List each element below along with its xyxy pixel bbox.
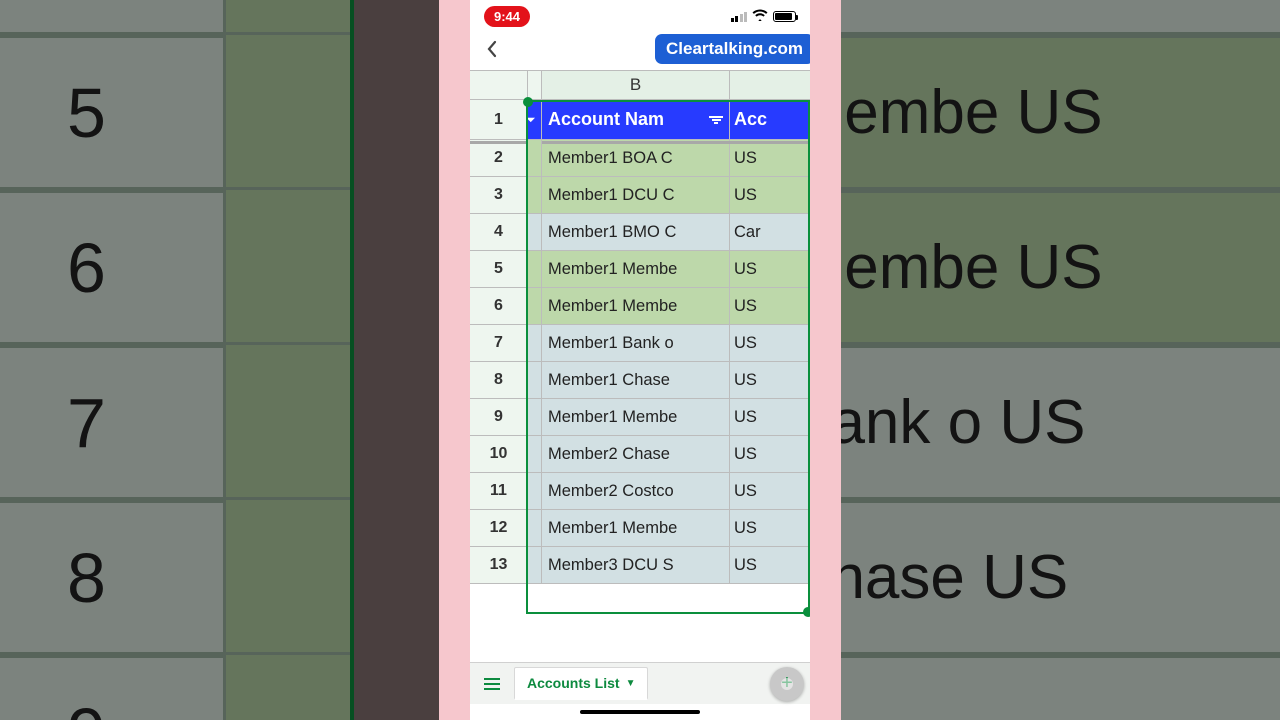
cell-col-c[interactable]: US	[730, 436, 810, 473]
table-row[interactable]: 4 Member1 BMO CCar	[470, 214, 810, 251]
status-bar: 9:44	[470, 0, 810, 32]
row-number[interactable]: 10	[470, 436, 528, 473]
row-number[interactable]: 1	[470, 100, 528, 140]
cell-col-c[interactable]: US	[730, 251, 810, 288]
table-row[interactable]: 2 Member1 BOA CUS	[470, 140, 810, 177]
cell-a[interactable]	[528, 436, 542, 473]
all-sheets-button[interactable]	[476, 678, 508, 690]
cell-col-c[interactable]: US	[730, 473, 810, 510]
home-indicator	[470, 704, 810, 720]
cell-a[interactable]	[528, 251, 542, 288]
cell-account-name[interactable]: Member1 Bank o	[542, 325, 730, 362]
phone-screen: 9:44 Cleartalking.com B 1	[470, 0, 810, 720]
header-label: Account Nam	[548, 109, 664, 130]
sheet-tab-label: Accounts List	[527, 675, 620, 691]
cell-col-c[interactable]: US	[730, 399, 810, 436]
table-row[interactable]: 10 Member2 ChaseUS	[470, 436, 810, 473]
row-number[interactable]: 8	[470, 362, 528, 399]
header-account-name[interactable]: Account Nam	[542, 100, 730, 140]
row-number[interactable]: 3	[470, 177, 528, 214]
cell-a[interactable]	[528, 288, 542, 325]
table-row[interactable]: 7 Member1 Bank oUS	[470, 325, 810, 362]
cell-account-name[interactable]: Member1 Membe	[542, 510, 730, 547]
spreadsheet-grid[interactable]: B 1 ⏷ Account Nam Acc 2Member1 BOA CUS3M…	[470, 70, 810, 662]
cell-col-c[interactable]: US	[730, 325, 810, 362]
row-number[interactable]: 12	[470, 510, 528, 547]
row-number[interactable]: 9	[470, 399, 528, 436]
cell-col-c[interactable]: US	[730, 140, 810, 177]
header-account-col-c[interactable]: Acc	[730, 100, 810, 140]
cell-account-name[interactable]: Member1 BMO C	[542, 214, 730, 251]
table-row[interactable]: 5 Member1 MembeUS	[470, 251, 810, 288]
cell-a[interactable]	[528, 177, 542, 214]
cell-a[interactable]	[528, 214, 542, 251]
column-c-header[interactable]	[730, 71, 810, 100]
wifi-icon	[752, 8, 768, 24]
cell-account-name[interactable]: Member1 Membe	[542, 399, 730, 436]
cell-col-c[interactable]: US	[730, 288, 810, 325]
row-number[interactable]: 4	[470, 214, 528, 251]
table-row[interactable]: 8 Member1 ChaseUS	[470, 362, 810, 399]
row-number[interactable]: 7	[470, 325, 528, 362]
cell-col-c[interactable]: US	[730, 547, 810, 584]
back-button[interactable]	[478, 34, 506, 68]
table-row[interactable]: 13 Member3 DCU SUS	[470, 547, 810, 584]
sheet-tab-accounts-list[interactable]: Accounts List ▼	[514, 667, 648, 700]
column-a-header[interactable]	[528, 71, 542, 100]
status-indicators	[731, 8, 797, 24]
cell-account-name[interactable]: Member3 DCU S	[542, 547, 730, 584]
cell-a[interactable]	[528, 362, 542, 399]
cell-account-name[interactable]: Member1 BOA C	[542, 140, 730, 177]
table-row[interactable]: 12 Member1 MembeUS	[470, 510, 810, 547]
cell-col-c[interactable]: US	[730, 362, 810, 399]
cell-a[interactable]	[528, 399, 542, 436]
filter-icon: ⏷	[526, 112, 536, 127]
cell-a1[interactable]: ⏷	[528, 100, 542, 140]
cell-account-name[interactable]: Member1 Chase	[542, 362, 730, 399]
cell-col-c[interactable]: US	[730, 177, 810, 214]
cell-a[interactable]	[528, 510, 542, 547]
chevron-down-icon: ▼	[626, 678, 636, 689]
column-b-header[interactable]: B	[542, 71, 730, 100]
row-number[interactable]: 13	[470, 547, 528, 584]
status-time: 9:44	[484, 6, 530, 27]
row-number[interactable]: 2	[470, 140, 528, 177]
cell-a[interactable]	[528, 473, 542, 510]
select-all-corner[interactable]	[470, 71, 528, 100]
cell-account-name[interactable]: Member1 DCU C	[542, 177, 730, 214]
cell-account-name[interactable]: Member2 Chase	[542, 436, 730, 473]
column-headers: B	[470, 70, 810, 100]
cell-a[interactable]	[528, 547, 542, 584]
add-sheet-button[interactable]: +	[770, 667, 804, 701]
cell-col-c[interactable]: Car	[730, 214, 810, 251]
sheet-tab-bar: Accounts List ▼ +	[470, 662, 810, 704]
row-number[interactable]: 6	[470, 288, 528, 325]
filter-icon[interactable]	[709, 116, 723, 124]
cell-account-name[interactable]: Member2 Costco	[542, 473, 730, 510]
row-number[interactable]: 11	[470, 473, 528, 510]
freeze-separator	[470, 141, 810, 144]
cell-a[interactable]	[528, 140, 542, 177]
table-row[interactable]: 3 Member1 DCU CUS	[470, 177, 810, 214]
table-row[interactable]: 9 Member1 MembeUS	[470, 399, 810, 436]
table-row[interactable]: 11 Member2 CostcoUS	[470, 473, 810, 510]
cell-a[interactable]	[528, 325, 542, 362]
row-number[interactable]: 5	[470, 251, 528, 288]
table-header-row[interactable]: 1 ⏷ Account Nam Acc	[470, 100, 810, 140]
cell-col-c[interactable]: US	[730, 510, 810, 547]
cellular-icon	[731, 11, 748, 22]
cell-account-name[interactable]: Member1 Membe	[542, 251, 730, 288]
battery-icon	[773, 11, 796, 22]
watermark-badge: Cleartalking.com	[655, 34, 810, 64]
table-row[interactable]: 6 Member1 MembeUS	[470, 288, 810, 325]
cell-account-name[interactable]: Member1 Membe	[542, 288, 730, 325]
selection-handle[interactable]	[803, 607, 810, 617]
